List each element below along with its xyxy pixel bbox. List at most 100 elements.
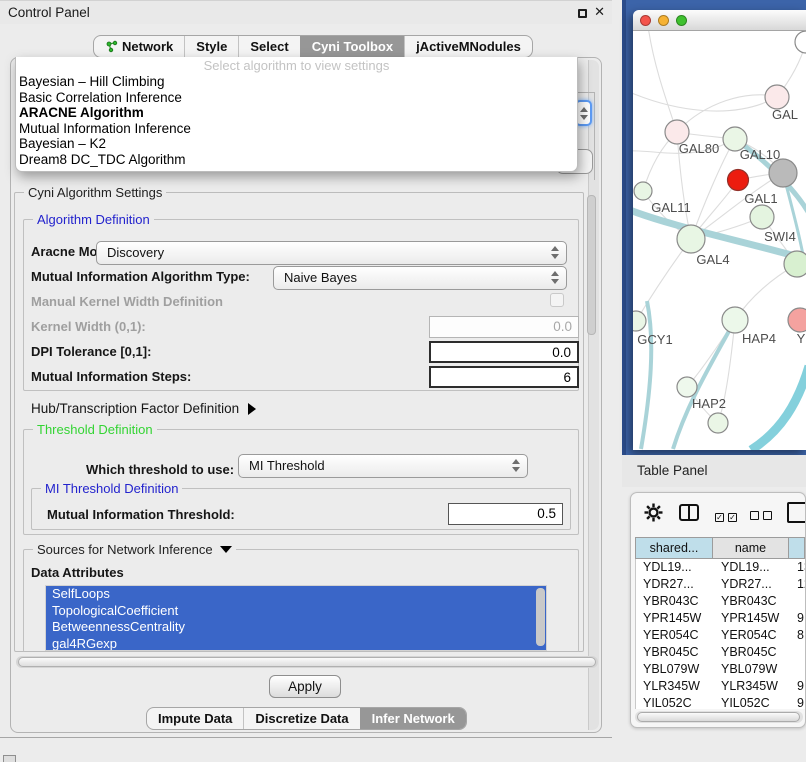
kernel-width-field[interactable]: 0.0 [429, 316, 579, 338]
tab-select[interactable]: Select [238, 36, 299, 57]
algorithm-option[interactable]: ARACNE Algorithm [16, 105, 577, 121]
close-icon[interactable]: ✕ [594, 4, 605, 20]
tab-infer-network[interactable]: Infer Network [360, 708, 466, 729]
table-row[interactable]: YBR043CYBR043C [636, 593, 805, 610]
table-row[interactable]: YPR145WYPR145W9. [636, 610, 805, 627]
network-node[interactable] [769, 159, 797, 187]
dpi-tolerance-field[interactable]: 0.0 [429, 341, 579, 363]
aracne-mode-combo[interactable]: Discovery [96, 241, 567, 265]
network-node-gcy1[interactable] [633, 311, 646, 331]
tab-style[interactable]: Style [184, 36, 238, 57]
table-cell[interactable]: YDL19... [636, 559, 714, 576]
split-columns-icon[interactable] [679, 504, 699, 521]
column-header[interactable] [789, 538, 805, 558]
table-cell[interactable]: 8. [790, 627, 805, 644]
tab-jactivemnodules[interactable]: jActiveMNodules [404, 36, 532, 57]
column-header[interactable]: name [713, 538, 789, 558]
table-cell[interactable] [790, 661, 805, 678]
table-cell[interactable]: YBR043C [636, 593, 714, 610]
table-cell[interactable]: YBR045C [636, 644, 714, 661]
which-threshold-combo[interactable]: MI Threshold [238, 454, 528, 478]
algorithm-option[interactable]: Mutual Information Inference [16, 121, 577, 137]
deselect-all-checkboxes-icon[interactable] [750, 508, 776, 523]
data-attributes-list[interactable]: SelfLoopsTopologicalCoefficientBetweenne… [45, 585, 547, 651]
network-window-titlebar[interactable] [633, 10, 806, 31]
table-cell[interactable]: YDR27... [714, 576, 790, 593]
network-node-hap2[interactable] [677, 377, 697, 397]
column-header[interactable]: shared... [635, 538, 713, 558]
attributes-scrollbar-thumb[interactable] [536, 588, 545, 646]
table-cell[interactable]: YPR145W [714, 610, 790, 627]
network-node-gal11[interactable] [634, 182, 652, 200]
table-hscrollbar-thumb[interactable] [637, 712, 800, 722]
algorithm-option[interactable]: Bayesian – Hill Climbing [16, 74, 577, 90]
table-cell[interactable]: YIL052C [636, 695, 714, 709]
mi-steps-field[interactable]: 6 [429, 366, 579, 388]
minimize-traffic-light-icon[interactable] [658, 15, 669, 26]
hscrollbar-thumb[interactable] [18, 657, 596, 667]
mi-threshold-field[interactable]: 0.5 [448, 503, 563, 525]
network-node-hap4[interactable] [722, 307, 748, 333]
algorithm-option[interactable]: Dream8 DC_TDC Algorithm [16, 152, 577, 168]
table-cell[interactable]: YLR345W [636, 678, 714, 695]
table-cell[interactable]: 12 [790, 576, 805, 593]
float-window-icon[interactable] [578, 9, 587, 18]
manual-kernel-checkbox[interactable] [550, 293, 564, 307]
settings-horizontal-scrollbar[interactable] [16, 656, 598, 668]
table-cell[interactable]: 13 [790, 559, 805, 576]
table-cell[interactable]: YBL079W [714, 661, 790, 678]
table-row[interactable]: YER054CYER054C8. [636, 627, 805, 644]
table-cell[interactable]: YER054C [714, 627, 790, 644]
table-cell[interactable] [790, 644, 805, 661]
hub-section-toggle[interactable]: Hub/Transcription Factor Definition [31, 401, 256, 416]
table-cell[interactable]: YIL052C [714, 695, 790, 709]
table-row[interactable]: YBR045CYBR045C [636, 644, 805, 661]
table-row[interactable]: YBL079WYBL079W [636, 661, 805, 678]
table-cell[interactable]: YPR145W [636, 610, 714, 627]
algorithm-option[interactable]: Bayesian – K2 [16, 136, 577, 152]
attribute-item[interactable]: TopologicalCoefficient [46, 603, 546, 620]
table-cell[interactable]: YDL19... [714, 559, 790, 576]
attribute-item[interactable]: SelfLoops [46, 586, 546, 603]
tab-discretize-data[interactable]: Discretize Data [243, 708, 359, 729]
tab-network[interactable]: Network [94, 36, 184, 57]
corner-widget[interactable] [3, 755, 16, 762]
table-cell[interactable] [790, 593, 805, 610]
apply-button[interactable]: Apply [269, 675, 341, 698]
table-row[interactable]: YDR27...YDR27...12 [636, 576, 805, 593]
select-all-checkboxes-icon[interactable]: ✓✓ [715, 508, 741, 523]
gear-icon[interactable] [644, 503, 663, 522]
algorithm-option[interactable]: Basic Correlation Inference [16, 90, 577, 106]
network-node[interactable] [795, 31, 806, 53]
table-cell[interactable]: YBL079W [636, 661, 714, 678]
table-cell[interactable]: 9. [790, 678, 805, 695]
tab-impute-data[interactable]: Impute Data [147, 708, 243, 729]
table-row[interactable]: YDL19...YDL19...13 [636, 559, 805, 576]
attribute-item[interactable]: gal4RGexp [46, 636, 546, 652]
table-row[interactable]: YLR345WYLR345W9. [636, 678, 805, 695]
network-canvas[interactable]: GALGAL80GAL10GAL1GAL11SWI4GAL4GCY1HAP4YH… [633, 31, 806, 450]
network-node-gal4[interactable] [677, 225, 705, 253]
table-cell[interactable]: YBR043C [714, 593, 790, 610]
tab-cyni-toolbox[interactable]: Cyni Toolbox [300, 36, 404, 57]
table-cell[interactable]: YLR345W [714, 678, 790, 695]
network-node[interactable] [708, 413, 728, 433]
zoom-traffic-light-icon[interactable] [676, 15, 687, 26]
table-cell[interactable]: YER054C [636, 627, 714, 644]
network-node[interactable] [728, 170, 749, 191]
table-horizontal-scrollbar[interactable] [635, 711, 803, 723]
network-node-y[interactable] [788, 308, 806, 332]
panel-scrollbar-thumb[interactable] [587, 195, 596, 335]
attribute-item[interactable]: BetweennessCentrality [46, 619, 546, 636]
table-cell[interactable]: 9. [790, 610, 805, 627]
document-icon[interactable] [787, 502, 806, 523]
table-row[interactable]: YIL052CYIL052C9. [636, 695, 805, 709]
mi-type-combo[interactable]: Naive Bayes [273, 266, 567, 290]
sources-group-toggle[interactable]: Sources for Network Inference [33, 542, 236, 557]
table-cell[interactable]: YBR045C [714, 644, 790, 661]
network-node[interactable] [784, 251, 806, 277]
network-window[interactable]: GALGAL80GAL10GAL1GAL11SWI4GAL4GCY1HAP4YH… [633, 10, 806, 450]
table-cell[interactable]: 9. [790, 695, 805, 709]
table-cell[interactable]: YDR27... [636, 576, 714, 593]
close-traffic-light-icon[interactable] [640, 15, 651, 26]
